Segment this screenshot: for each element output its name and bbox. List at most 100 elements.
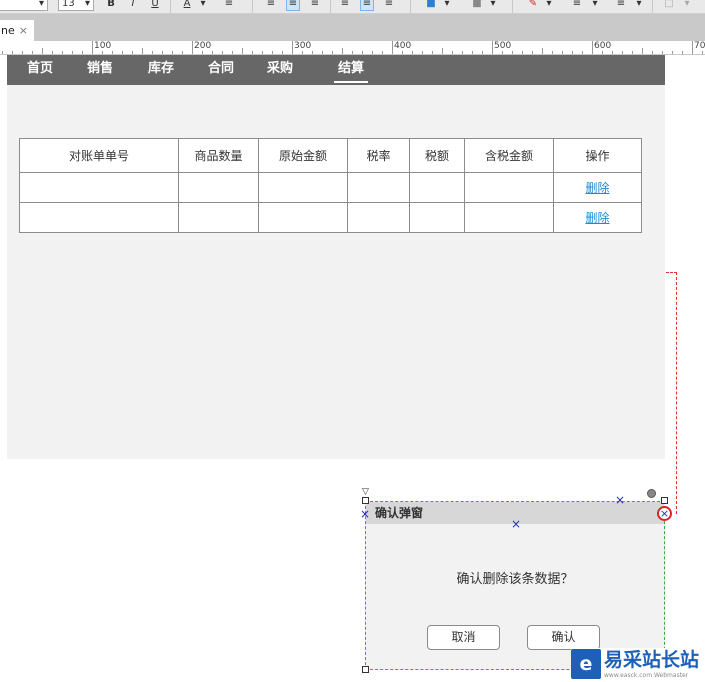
ruler-tick bbox=[192, 41, 193, 54]
ruler-tick bbox=[522, 51, 523, 54]
fill-color-icon[interactable]: ■ bbox=[424, 0, 438, 11]
table-row: 删除 bbox=[19, 202, 642, 233]
connector-end-icon[interactable]: × bbox=[657, 506, 672, 521]
arrow-style-icon[interactable]: □ bbox=[662, 0, 676, 11]
tab-page[interactable]: ne × bbox=[0, 20, 34, 41]
ruler-tick bbox=[652, 51, 653, 54]
resize-handle[interactable] bbox=[661, 497, 668, 504]
ruler-tick bbox=[232, 51, 233, 54]
ruler-tick bbox=[32, 51, 33, 54]
resize-handle[interactable] bbox=[362, 497, 369, 504]
table-cell[interactable] bbox=[178, 202, 259, 233]
ruler-tick bbox=[122, 51, 123, 54]
chevron-down-icon[interactable]: ▾ bbox=[632, 0, 646, 11]
chevron-down-icon[interactable]: ▾ bbox=[440, 0, 454, 11]
cancel-button[interactable]: 取消 bbox=[427, 625, 500, 650]
ruler-tick bbox=[662, 51, 663, 54]
ruler-tick bbox=[492, 41, 493, 54]
ruler-tick bbox=[12, 51, 13, 54]
table-cell[interactable] bbox=[178, 172, 259, 203]
chevron-down-icon: ▾ bbox=[38, 0, 44, 9]
align-right-icon[interactable]: ≡ bbox=[308, 0, 322, 11]
font-size-select[interactable]: 13 ▾ bbox=[58, 0, 94, 11]
ruler-tick bbox=[512, 51, 513, 54]
table-cell[interactable] bbox=[409, 202, 465, 233]
ruler-label: 400 bbox=[394, 41, 412, 51]
nav-item-settlement[interactable]: 结算 bbox=[334, 55, 369, 83]
align-top-icon[interactable]: ≡ bbox=[338, 0, 352, 11]
nav-item-contract[interactable]: 合同 bbox=[208, 55, 234, 85]
cross-marker-icon: × bbox=[511, 517, 522, 531]
line-style-icon[interactable]: ≡ bbox=[614, 0, 628, 11]
ruler-tick bbox=[542, 48, 543, 54]
table-cell[interactable] bbox=[347, 172, 410, 203]
ruler-tick bbox=[352, 51, 353, 54]
ruler-tick bbox=[132, 51, 133, 54]
ruler-tick bbox=[452, 51, 453, 54]
table-cell[interactable] bbox=[464, 172, 554, 203]
ruler-tick bbox=[82, 51, 83, 54]
font-family-select[interactable]: ▾ bbox=[0, 0, 48, 11]
font-color-button[interactable]: A bbox=[180, 0, 194, 11]
table-cell[interactable] bbox=[258, 202, 348, 233]
ruler-tick bbox=[142, 48, 143, 54]
align-center-icon[interactable]: ≡ bbox=[286, 0, 300, 11]
italic-button[interactable]: I bbox=[126, 0, 140, 11]
underline-button[interactable]: U bbox=[148, 0, 162, 11]
ruler-tick bbox=[682, 51, 683, 54]
confirm-button[interactable]: 确认 bbox=[527, 625, 600, 650]
ruler-label: 700 bbox=[694, 41, 705, 51]
ruler-tick bbox=[152, 51, 153, 54]
nav-item-purchase[interactable]: 采购 bbox=[267, 55, 293, 85]
anchor-icon[interactable]: ▽ bbox=[362, 488, 369, 497]
ruler-tick bbox=[62, 51, 63, 54]
rotate-handle-icon[interactable] bbox=[647, 489, 656, 498]
bullet-list-icon[interactable]: ≡ bbox=[222, 0, 236, 11]
delete-link[interactable]: 删除 bbox=[585, 211, 609, 225]
ruler-tick bbox=[92, 41, 93, 54]
watermark-logo: e 易采站长站 www.easck.com Webmaster bbox=[571, 648, 705, 682]
horizontal-ruler: 100 200 300 400 500 600 700 bbox=[0, 41, 705, 55]
column-header-tax-amount: 税额 bbox=[409, 138, 465, 173]
table-cell[interactable] bbox=[258, 172, 348, 203]
nav-item-home[interactable]: 首页 bbox=[27, 55, 53, 85]
chevron-down-icon[interactable]: ▾ bbox=[588, 0, 602, 11]
chevron-down-icon[interactable]: ▾ bbox=[486, 0, 500, 11]
nav-item-sales[interactable]: 销售 bbox=[87, 55, 113, 85]
bold-button[interactable]: B bbox=[104, 0, 118, 11]
table-cell[interactable] bbox=[347, 202, 410, 233]
ruler-tick bbox=[382, 51, 383, 54]
table-cell[interactable] bbox=[19, 202, 179, 233]
line-color-icon[interactable]: ✎ bbox=[526, 0, 540, 11]
ruler-label: 600 bbox=[594, 41, 612, 51]
table-cell[interactable] bbox=[19, 172, 179, 203]
table-cell[interactable] bbox=[464, 202, 554, 233]
nav-item-inventory[interactable]: 库存 bbox=[148, 55, 174, 85]
ruler-tick bbox=[392, 41, 393, 54]
ruler-tick bbox=[112, 51, 113, 54]
ruler-tick bbox=[342, 48, 343, 54]
align-bottom-icon[interactable]: ≡ bbox=[382, 0, 396, 11]
ruler-tick bbox=[182, 51, 183, 54]
ruler-tick bbox=[502, 51, 503, 54]
ruler-tick bbox=[532, 51, 533, 54]
close-icon[interactable]: × bbox=[19, 24, 28, 37]
chevron-down-icon[interactable]: ▾ bbox=[196, 0, 210, 11]
column-header-quantity: 商品数量 bbox=[178, 138, 259, 173]
ruler-tick bbox=[42, 48, 43, 54]
ruler-tick bbox=[202, 51, 203, 54]
table-cell[interactable] bbox=[409, 172, 465, 203]
chevron-down-icon[interactable]: ▾ bbox=[542, 0, 556, 11]
chevron-down-icon[interactable]: ▾ bbox=[680, 0, 694, 11]
font-size-value: 13 bbox=[62, 0, 75, 9]
line-width-icon[interactable]: ≡ bbox=[570, 0, 584, 11]
ruler-tick bbox=[422, 51, 423, 54]
align-middle-icon[interactable]: ≡ bbox=[360, 0, 374, 11]
shadow-icon[interactable]: ■ bbox=[470, 0, 484, 11]
table-cell: 删除 bbox=[553, 172, 642, 203]
resize-handle[interactable] bbox=[362, 666, 369, 673]
ruler-tick bbox=[632, 51, 633, 54]
delete-link[interactable]: 删除 bbox=[585, 181, 609, 195]
align-left-icon[interactable]: ≡ bbox=[264, 0, 278, 11]
statement-table: 对账单单号 商品数量 原始金额 税率 税额 含税金额 操作 删除 删除 bbox=[19, 138, 642, 233]
